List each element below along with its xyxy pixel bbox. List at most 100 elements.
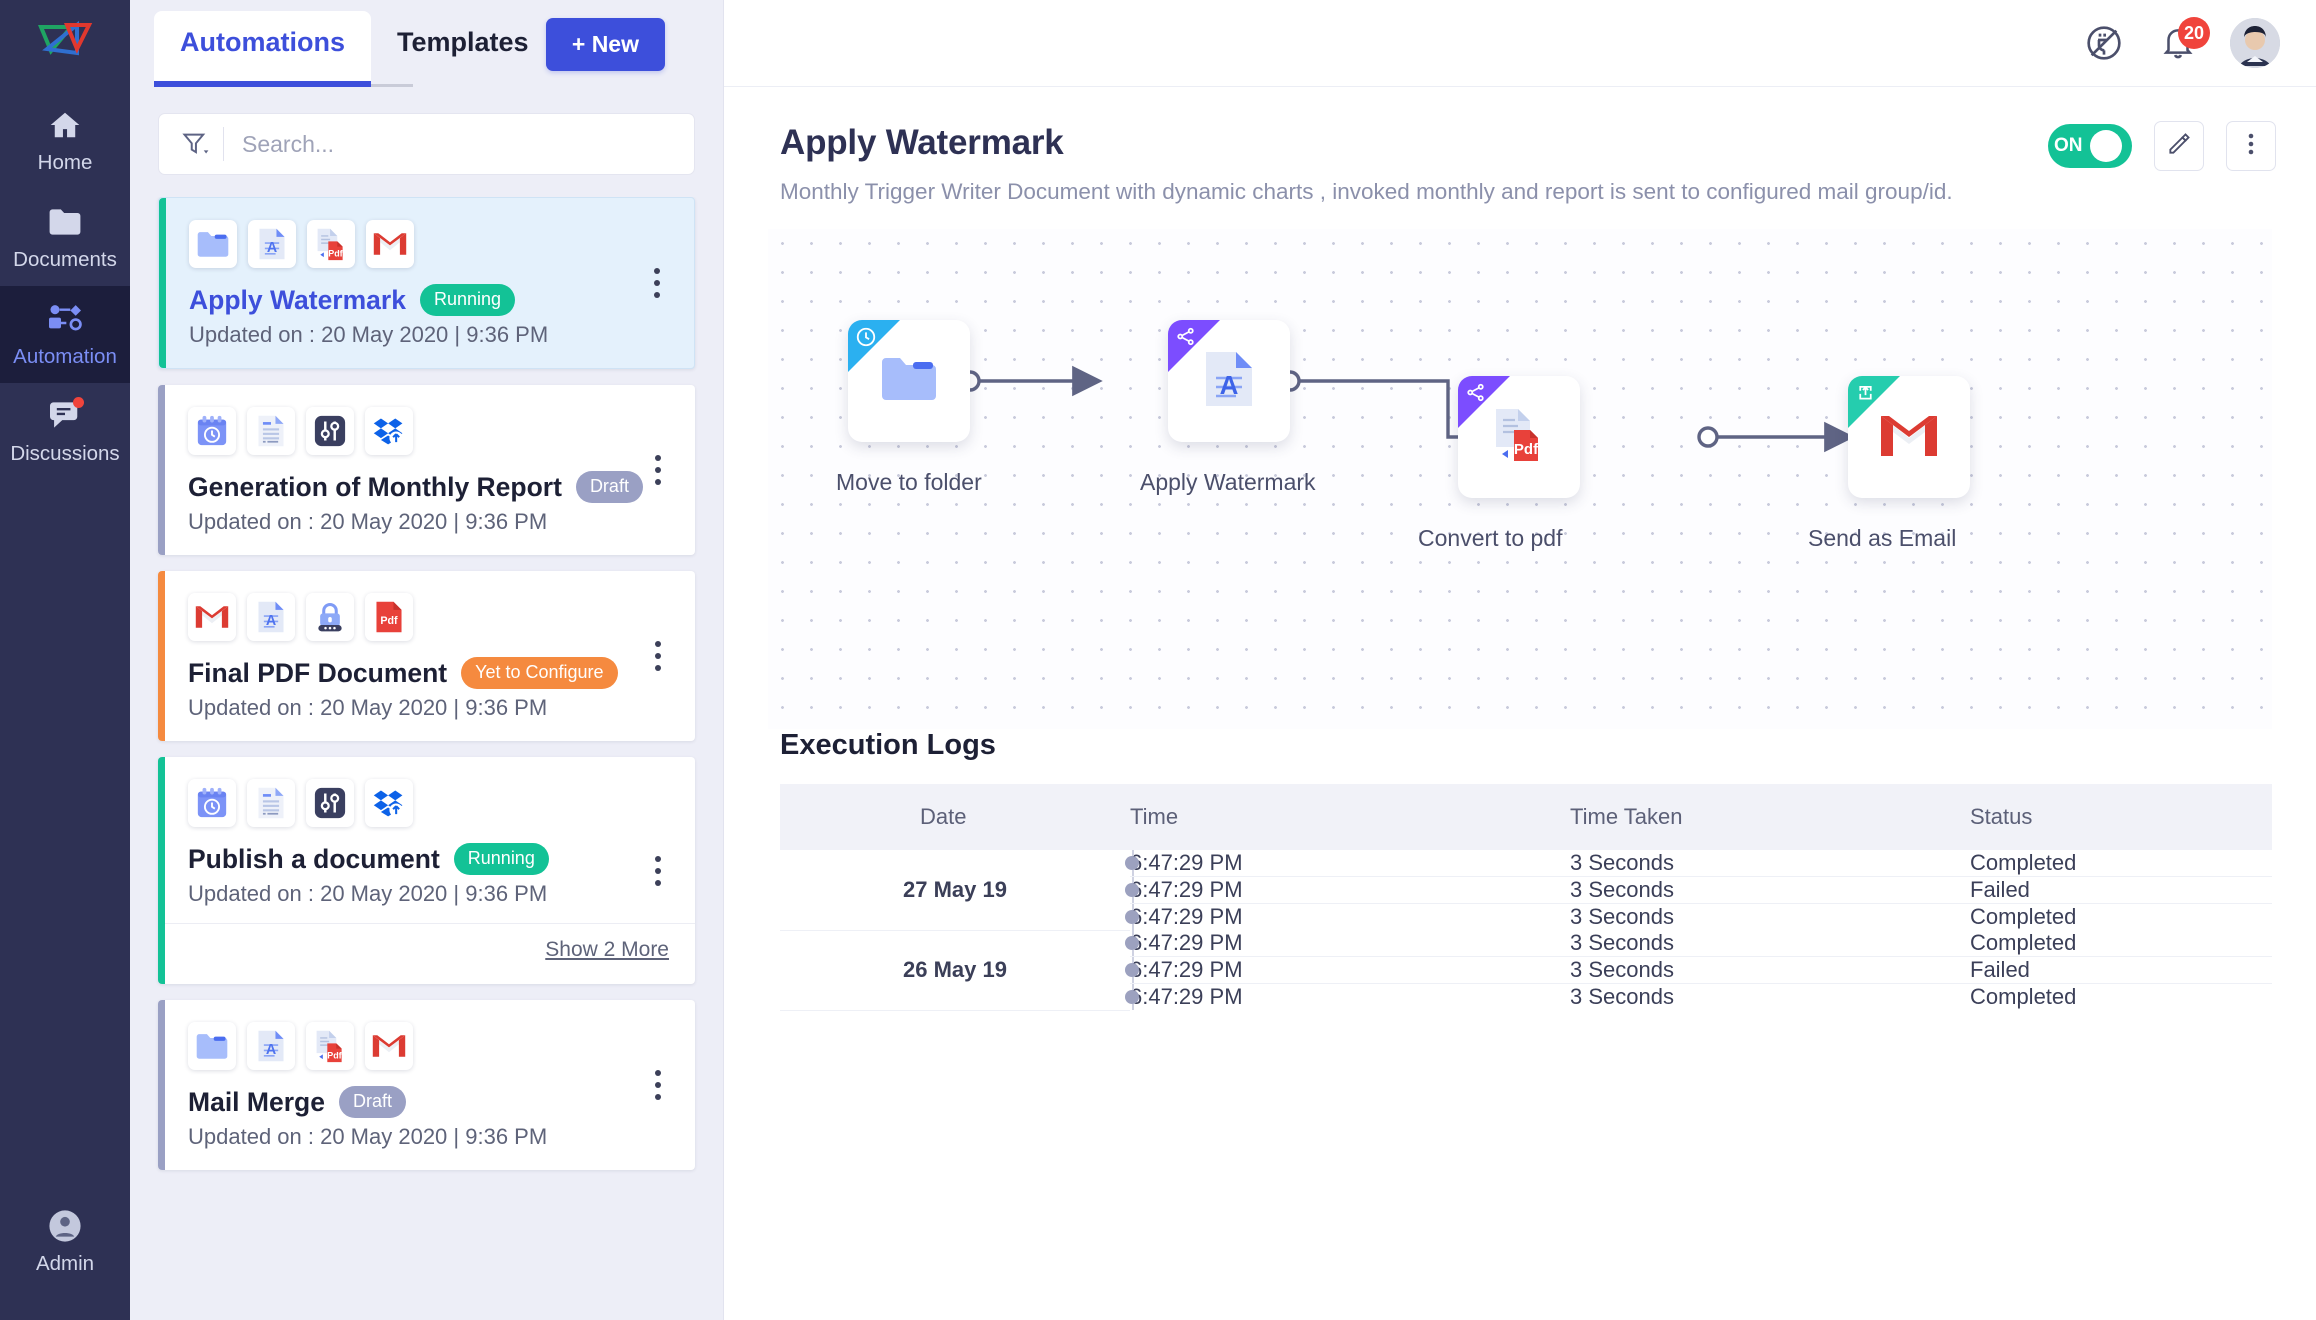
card-more-button[interactable] bbox=[643, 1065, 673, 1105]
search-input[interactable] bbox=[242, 130, 676, 158]
filter-icon[interactable] bbox=[177, 130, 213, 158]
automations-list-panel: Automations Templates + New A Pdf Apply Wa… bbox=[130, 0, 724, 1320]
folder-icon bbox=[189, 220, 237, 268]
execution-logs-title: Execution Logs bbox=[780, 729, 996, 761]
new-automation-button[interactable]: + New bbox=[545, 18, 665, 71]
sliders-icon bbox=[306, 779, 354, 827]
doc-to-pdf-icon: Pdf bbox=[307, 220, 355, 268]
watermark-doc-icon: A bbox=[247, 1022, 295, 1070]
card-more-button[interactable] bbox=[642, 263, 672, 303]
avatar[interactable] bbox=[2230, 18, 2280, 68]
card-title-row: Generation of Monthly Report Draft bbox=[188, 471, 671, 503]
plugin-disabled-icon[interactable] bbox=[2082, 21, 2126, 65]
calendar-clock-icon bbox=[188, 407, 236, 455]
status-badge: Running bbox=[419, 284, 516, 316]
automation-cards-list: A Pdf Apply Watermark Running Updated on : 2… bbox=[130, 197, 723, 1186]
svg-text:Pdf: Pdf bbox=[327, 1051, 341, 1061]
app-root: Home Documents Automation Discussions Admin… bbox=[0, 0, 2316, 1320]
share-icon bbox=[1465, 382, 1486, 408]
log-status: Failed bbox=[1970, 876, 2272, 904]
workflow-canvas[interactable]: Move to folder A Apply Watermark Pdf Con… bbox=[768, 229, 2272, 729]
detail-more-button[interactable] bbox=[2226, 121, 2276, 171]
card-more-button[interactable] bbox=[643, 851, 673, 891]
sidebar-item-home[interactable]: Home bbox=[0, 92, 130, 189]
flow-node-send-as-email[interactable] bbox=[1848, 376, 1970, 498]
automation-card[interactable]: Publish a document Running Updated on : 20… bbox=[158, 757, 695, 984]
log-time: 6:47:29 PM bbox=[1130, 956, 1570, 984]
sidebar-item-label: Documents bbox=[13, 248, 117, 271]
log-time: 6:47:29 PM bbox=[1130, 903, 1570, 931]
detail-actions: ON bbox=[2048, 121, 2276, 171]
card-step-icons: A Pdf bbox=[188, 1022, 671, 1070]
automation-name: Final PDF Document bbox=[188, 657, 448, 688]
left-nav-rail: Home Documents Automation Discussions Admin bbox=[0, 0, 130, 1320]
table-row: 26 May 19 6:47:29 PM 3 Seconds Completed bbox=[780, 930, 2272, 1011]
log-time: 6:47:29 PM bbox=[1130, 983, 1570, 1011]
sidebar-item-admin[interactable]: Admin bbox=[0, 1193, 130, 1320]
home-icon bbox=[46, 108, 84, 142]
tab-templates[interactable]: Templates bbox=[371, 11, 555, 87]
svg-text:Pdf: Pdf bbox=[328, 249, 342, 259]
bell-icon[interactable]: 20 bbox=[2156, 17, 2210, 65]
sidebar-item-discussions[interactable]: Discussions bbox=[0, 383, 130, 480]
automation-on-off-toggle[interactable]: ON bbox=[2048, 124, 2132, 168]
clock-icon bbox=[855, 326, 877, 353]
automation-card[interactable]: Generation of Monthly Report Draft Updated… bbox=[158, 385, 695, 555]
sidebar-item-label: Home bbox=[37, 151, 93, 174]
toggle-label: ON bbox=[2054, 135, 2083, 156]
flow-node-convert-to-pdf[interactable]: Pdf bbox=[1458, 376, 1580, 498]
toggle-knob bbox=[2089, 130, 2122, 162]
sidebar-item-automation[interactable]: Automation bbox=[0, 286, 130, 383]
status-badge: Draft bbox=[338, 1086, 406, 1118]
sidebar-item-label: Discussions bbox=[10, 442, 120, 465]
tab-bar: Automations Templates + New bbox=[130, 0, 723, 87]
svg-text:Pdf: Pdf bbox=[1514, 441, 1539, 458]
document-icon bbox=[247, 779, 295, 827]
automation-card[interactable]: A Pdf Mail Merge Draft Updated on : 20 May 2… bbox=[158, 1000, 695, 1170]
show-more-link[interactable]: Show 2 More bbox=[545, 938, 669, 961]
updated-on-text: Updated on : 20 May 2020 | 9:36 PM bbox=[188, 695, 548, 720]
automation-card[interactable]: A Pdf Final PDF Document Yet to Configure Up… bbox=[158, 571, 695, 741]
show-more-row: Show 2 More bbox=[158, 923, 695, 964]
sidebar-item-label: Automation bbox=[13, 345, 117, 368]
detail-header: Apply Watermark Monthly Trigger Writer D… bbox=[724, 87, 2316, 205]
watermark-doc-icon: A bbox=[247, 593, 295, 641]
flow-node-label-2: Convert to pdf bbox=[1418, 525, 1563, 551]
log-status: Completed bbox=[1970, 850, 2272, 877]
card-more-button[interactable] bbox=[643, 450, 673, 490]
execution-logs-section: Execution Logs Date Time Time Taken Stat… bbox=[724, 729, 2316, 1320]
log-time: 6:47:29 PM bbox=[1130, 876, 1570, 904]
svg-text:A: A bbox=[266, 613, 276, 629]
sidebar-item-documents[interactable]: Documents bbox=[0, 189, 130, 286]
execution-logs-table: Date Time Time Taken Status 27 May 19 6:4… bbox=[780, 784, 2272, 1011]
card-step-icons bbox=[188, 407, 671, 455]
document-icon bbox=[247, 407, 295, 455]
logs-col-date: Date bbox=[780, 784, 1130, 850]
logs-col-time-taken: Time Taken bbox=[1570, 784, 1970, 850]
flow-node-move-to-folder[interactable] bbox=[848, 320, 970, 442]
log-time-taken: 3 Seconds bbox=[1570, 876, 1970, 904]
automation-name: Apply Watermark bbox=[189, 284, 406, 315]
logs-col-time: Time bbox=[1130, 784, 1570, 850]
automation-flow-icon bbox=[46, 302, 84, 336]
log-date: 26 May 19 bbox=[780, 930, 1130, 1011]
logs-header-row: Date Time Time Taken Status bbox=[780, 784, 2272, 850]
folder-icon bbox=[188, 1022, 236, 1070]
log-status: Completed bbox=[1970, 984, 2077, 1009]
edit-button[interactable] bbox=[2154, 121, 2204, 171]
automation-card[interactable]: A Pdf Apply Watermark Running Updated on : 2… bbox=[158, 197, 695, 369]
flow-node-apply-watermark[interactable]: A bbox=[1168, 320, 1290, 442]
app-logo[interactable] bbox=[34, 14, 96, 66]
log-date: 27 May 19 bbox=[780, 850, 1130, 931]
card-title-row: Mail Merge Draft bbox=[188, 1086, 671, 1118]
card-step-icons: A Pdf bbox=[189, 220, 670, 268]
flow-node-label-3: Send as Email bbox=[1808, 525, 1957, 551]
logs-table-body: 27 May 19 6:47:29 PM 3 Seconds Completed 6:4… bbox=[780, 850, 2272, 1011]
status-badge: Running bbox=[453, 843, 549, 875]
share-icon bbox=[1175, 326, 1196, 352]
card-more-button[interactable] bbox=[643, 636, 673, 676]
svg-text:Pdf: Pdf bbox=[380, 615, 398, 627]
log-status: Completed bbox=[1970, 904, 2077, 929]
tab-automations[interactable]: Automations bbox=[154, 11, 371, 87]
search-divider bbox=[223, 127, 224, 161]
